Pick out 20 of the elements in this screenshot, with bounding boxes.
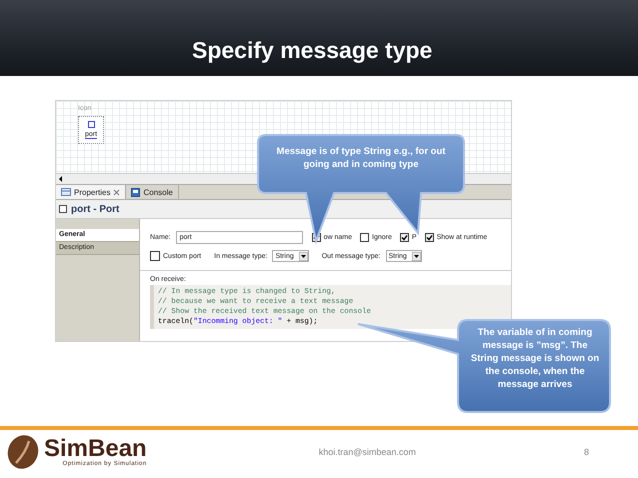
callout-text: Message is of type String e.g., for out going and in coming type [276,145,446,171]
footer-email: khoi.tran@simbean.com [318,447,416,457]
checkbox[interactable] [424,232,434,242]
page-number: 8 [584,447,589,457]
properties-title: port - Port [71,204,120,214]
checkbox[interactable] [360,232,370,242]
console-icon [131,188,140,196]
slide-title: Specify message type [192,37,432,64]
dropdown-arrow-icon [412,252,421,260]
checkbox[interactable] [150,251,160,261]
checkbox[interactable] [400,232,409,242]
port-icon [59,205,67,213]
dropdown-arrow-icon [298,252,308,260]
callout-text: The variable of in coming message is ”msg”. The String message is shown on the console, when the message arrives [470,326,600,391]
properties-icon [61,188,71,196]
brand-name: SimBean [44,437,147,461]
panel-tab[interactable]: Properties [56,185,126,199]
port-icon [88,121,95,128]
close-icon[interactable] [113,188,120,196]
coffee-bean-icon [6,433,40,471]
